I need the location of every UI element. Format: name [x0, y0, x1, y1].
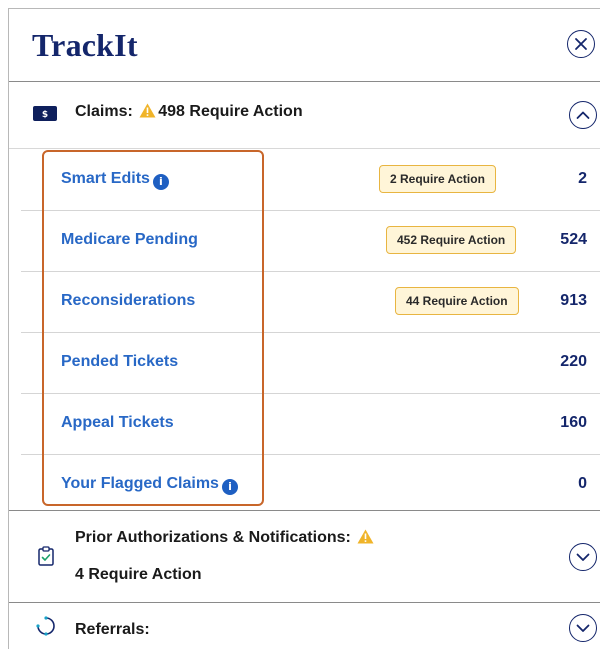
claims-list: Smart Edits i 2 Require Action 2 Medicare… — [9, 149, 600, 513]
trackit-panel: TrackIt $ Claims: 498 Require Action Sma… — [8, 8, 600, 649]
chevron-down-icon — [576, 553, 590, 561]
row-count: 913 — [560, 292, 587, 309]
claims-row-flagged-claims[interactable]: Your Flagged Claims i 0 — [21, 454, 600, 515]
row-label-link[interactable]: Appeal Tickets — [61, 414, 174, 432]
chevron-up-icon — [576, 111, 590, 119]
prior-auth-expand-button[interactable] — [569, 543, 597, 571]
close-button[interactable] — [567, 30, 595, 58]
referrals-label: Referrals: — [75, 621, 150, 638]
claims-row-appeal-tickets[interactable]: Appeal Tickets 160 — [21, 393, 600, 455]
claims-row-smart-edits[interactable]: Smart Edits i 2 Require Action 2 — [21, 149, 600, 211]
warning-icon — [139, 103, 156, 118]
row-count: 0 — [578, 475, 587, 492]
warning-icon — [357, 529, 374, 544]
prior-auth-section-header[interactable]: Prior Authorizations & Notifications: 4 … — [9, 511, 600, 603]
info-icon[interactable]: i — [152, 174, 169, 190]
referrals-section-header[interactable]: Referrals: — [9, 603, 600, 649]
claims-row-reconsiderations[interactable]: Reconsiderations 44 Require Action 913 — [21, 271, 600, 333]
require-action-badge: 2 Require Action — [379, 165, 496, 193]
require-action-badge: 452 Require Action — [386, 226, 517, 254]
row-count: 220 — [560, 353, 587, 370]
row-label-link[interactable]: Reconsiderations — [61, 292, 195, 310]
row-count: 2 — [578, 170, 587, 187]
claims-title: Claims: 498 Require Action — [75, 103, 303, 121]
clipboard-check-icon — [38, 546, 54, 566]
row-count: 160 — [560, 414, 587, 431]
claims-label: Claims: — [75, 103, 133, 120]
panel-header: TrackIt — [9, 9, 600, 82]
prior-auth-alert: 4 Require Action — [75, 566, 202, 583]
money-icon: $ — [33, 106, 57, 121]
row-label-link[interactable]: Your Flagged Claims i — [61, 475, 238, 495]
claims-row-medicare-pending[interactable]: Medicare Pending 452 Require Action 524 — [21, 210, 600, 272]
app-title: TrackIt — [32, 27, 138, 63]
refresh-circle-icon — [36, 616, 55, 636]
referrals-expand-button[interactable] — [569, 614, 597, 642]
claims-alert: 498 Require Action — [158, 103, 303, 120]
row-count: 524 — [560, 231, 587, 248]
row-label-link[interactable]: Smart Edits i — [61, 170, 169, 190]
row-label-link[interactable]: Pended Tickets — [61, 353, 178, 371]
info-icon[interactable]: i — [221, 479, 238, 495]
row-label-link[interactable]: Medicare Pending — [61, 231, 198, 249]
claims-collapse-button[interactable] — [569, 101, 597, 129]
prior-auth-label: Prior Authorizations & Notifications: — [75, 529, 351, 546]
svg-text:$: $ — [42, 110, 48, 120]
prior-auth-title: Prior Authorizations & Notifications: — [75, 529, 376, 547]
claims-section-header[interactable]: $ Claims: 498 Require Action — [9, 82, 600, 149]
require-action-badge: 44 Require Action — [395, 287, 519, 315]
close-icon — [575, 38, 587, 50]
chevron-down-icon — [576, 624, 590, 632]
claims-row-pended-tickets[interactable]: Pended Tickets 220 — [21, 332, 600, 394]
